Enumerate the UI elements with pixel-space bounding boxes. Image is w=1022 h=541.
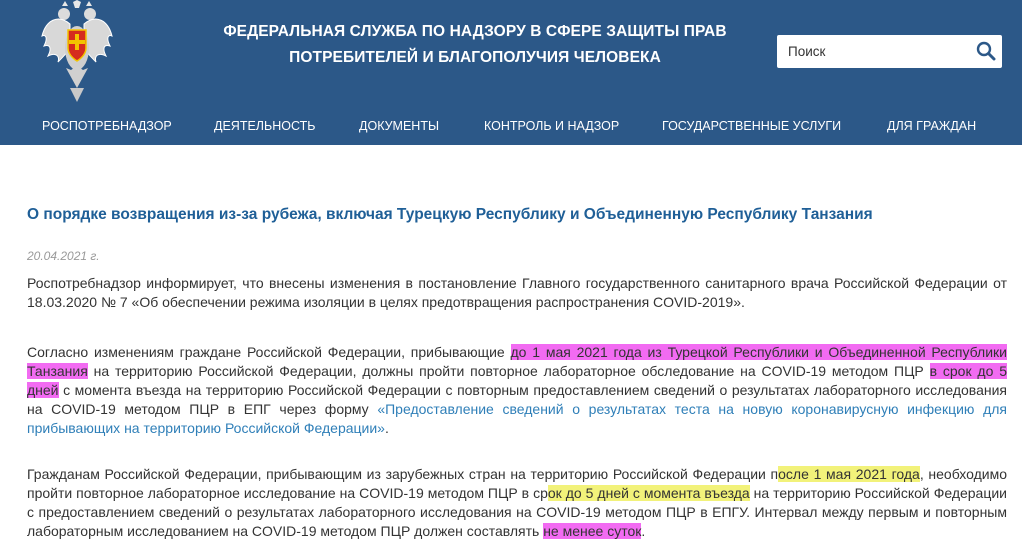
nav-item-rospotrebnadzor[interactable]: РОСПОТРЕБНАДЗОР <box>42 116 172 136</box>
nav-item-public-services[interactable]: ГОСУДАРСТВЕННЫЕ УСЛУГИ <box>662 116 841 136</box>
paragraph-text: Гражданам Российской Федерации, прибываю… <box>27 466 779 482</box>
organization-title-line-1: ФЕДЕРАЛЬНАЯ СЛУЖБА ПО НАДЗОРУ В СФЕРЕ ЗА… <box>223 23 727 40</box>
organization-title[interactable]: ФЕДЕРАЛЬНАЯ СЛУЖБА ПО НАДЗОРУ В СФЕРЕ ЗА… <box>180 19 770 71</box>
search-box <box>777 35 1002 68</box>
paragraph-text: . <box>384 420 389 436</box>
article-date: 20.04.2021 г. <box>27 249 100 263</box>
article-headline: О порядке возвращения из-за рубежа, вклю… <box>27 206 873 223</box>
nav-item-documents[interactable]: ДОКУМЕНТЫ <box>359 116 439 136</box>
search-input[interactable] <box>777 35 967 68</box>
highlighted-text: не менее суток <box>543 523 642 539</box>
nav-item-control-supervision[interactable]: КОНТРОЛЬ И НАДЗОР <box>484 116 619 136</box>
article-paragraph-2: Согласно изменениям граждане Российской … <box>27 343 1008 438</box>
double-headed-eagle-emblem-icon[interactable] <box>40 0 114 104</box>
nav-item-activity[interactable]: ДЕЯТЕЛЬНОСТЬ <box>214 116 315 136</box>
paragraph-text: на территорию Российской Федерации, долж… <box>87 363 930 379</box>
paragraph-text: . <box>641 523 646 539</box>
highlighted-text: осле 1 мая 2021 года <box>778 466 920 482</box>
article-paragraph-1: Роспотребнадзор информирует, что внесены… <box>27 275 1007 310</box>
main-navigation: РОСПОТРЕБНАДЗОР ДЕЯТЕЛЬНОСТЬ ДОКУМЕНТЫ К… <box>0 116 1022 136</box>
nav-item-for-citizens[interactable]: ДЛЯ ГРАЖДАН <box>887 116 976 136</box>
article-paragraph-3: Гражданам Российской Федерации, прибываю… <box>27 465 1007 541</box>
organization-title-line-2: ПОТРЕБИТЕЛЕЙ И БЛАГОПОЛУЧИЯ ЧЕЛОВЕКА <box>289 49 661 66</box>
search-icon[interactable] <box>976 41 996 61</box>
highlighted-text: ок до 5 дней с момента въезда <box>547 485 750 501</box>
site-header: ФЕДЕРАЛЬНАЯ СЛУЖБА ПО НАДЗОРУ В СФЕРЕ ЗА… <box>0 0 1022 145</box>
paragraph-text: Согласно изменениям граждане Российской … <box>27 344 511 360</box>
